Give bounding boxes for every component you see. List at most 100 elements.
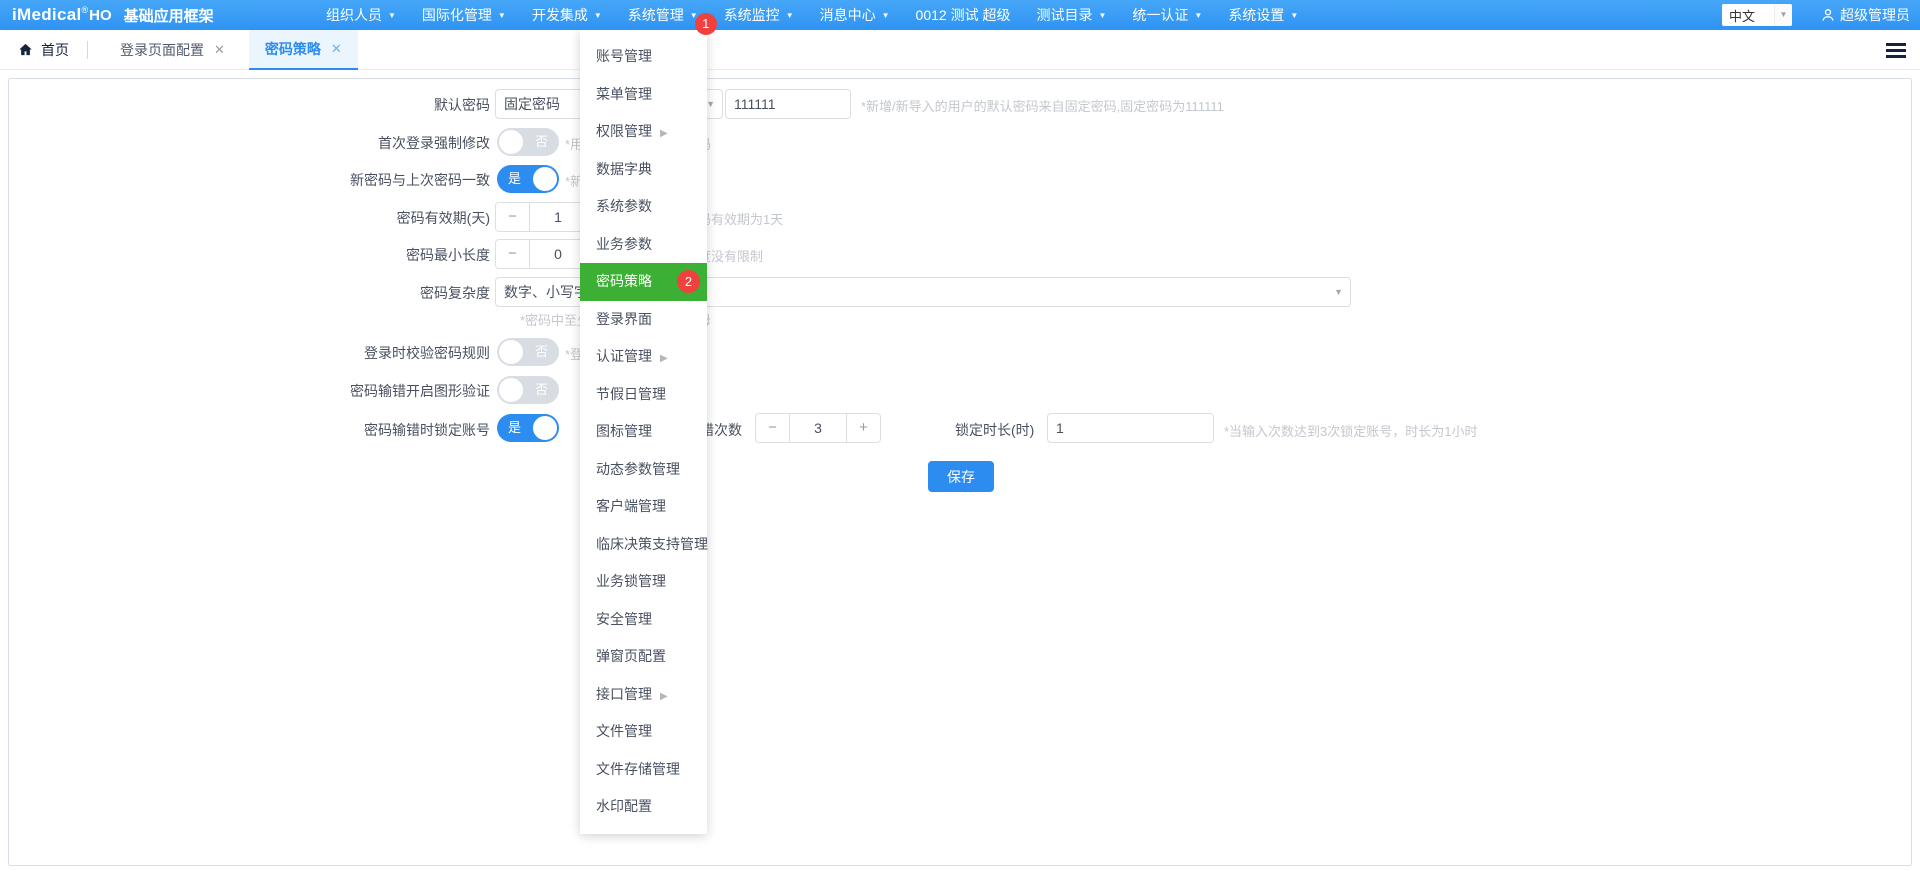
toggle-knob <box>533 416 557 440</box>
lock-account-toggle[interactable]: 是 <box>497 414 559 442</box>
toggle-state: 是 <box>508 420 522 435</box>
menu-item-menu-management[interactable]: 菜单管理 <box>580 76 707 114</box>
stepper-value: 0 <box>554 246 562 262</box>
nav-system-management[interactable]: 系统管理 ▼ 1 <box>615 0 717 35</box>
caret-down-icon: ▼ <box>497 10 506 20</box>
caret-down-icon: ▼ <box>1774 4 1792 26</box>
menu-item-label: 账号管理 <box>596 48 652 64</box>
caret-down-icon: ▼ <box>706 99 715 109</box>
minus-icon[interactable]: − <box>496 203 530 231</box>
toggle-state: 否 <box>534 382 548 397</box>
menu-item-label: 安全管理 <box>596 610 652 627</box>
brand-suffix: HO <box>89 6 112 24</box>
caret-down-icon: ▼ <box>1098 10 1107 20</box>
menu-item-business-parameters[interactable]: 业务参数 <box>580 226 707 264</box>
menu-item-watermark-config[interactable]: 水印配置 <box>580 788 707 826</box>
menu-item-security-management[interactable]: 安全管理 <box>580 601 707 639</box>
menu-item-label: 文件管理 <box>596 723 652 739</box>
first-login-toggle[interactable]: 否 <box>497 128 559 156</box>
user-menu[interactable]: 超级管理员 <box>1821 0 1910 30</box>
submenu-arrow-icon: ▶ <box>660 128 668 139</box>
nav-label: 系统管理 <box>627 7 684 23</box>
caret-down-icon: ▼ <box>1194 10 1203 20</box>
menu-item-clinical-decision-support[interactable]: 临床决策支持管理 <box>580 526 708 564</box>
check-rule-label: 登录时校验密码规则 <box>364 345 490 361</box>
nav-system-settings[interactable]: 系统设置 ▼ <box>1215 0 1311 30</box>
caret-down-icon: ▼ <box>388 10 396 20</box>
nav-dev-integration[interactable]: 开发集成 ▼ <box>519 0 615 30</box>
menu-item-data-dictionary[interactable]: 数据字典 <box>580 151 707 189</box>
graphic-captcha-toggle[interactable]: 否 <box>497 376 559 404</box>
password-policy-form: 默认密码 固定密码 ▼ *新增/新导入的用户的默认密码来自固定密码,固定密码为1… <box>0 0 1920 876</box>
submenu-arrow-icon: ▶ <box>660 353 668 364</box>
menu-item-system-parameters[interactable]: 系统参数 <box>580 188 707 226</box>
menu-item-label: 接口管理 <box>596 685 652 702</box>
toggle-state: 是 <box>508 171 522 186</box>
toggle-state: 否 <box>534 344 548 359</box>
menu-item-label: 密码策略 <box>596 273 652 289</box>
first-login-label: 首次登录强制修改 <box>378 135 490 151</box>
retry-count-stepper[interactable]: − 3 + <box>755 413 881 443</box>
menu-item-auth-management[interactable]: 认证管理 ▶ <box>580 338 707 376</box>
minus-icon[interactable]: − <box>496 240 530 268</box>
nav-system-monitor[interactable]: 系统监控 ▼ <box>711 0 807 30</box>
menu-item-business-lock-management[interactable]: 业务锁管理 <box>580 563 707 601</box>
fixed-password-input[interactable] <box>725 89 851 119</box>
menu-item-label: 临床决策支持管理 <box>596 535 708 552</box>
hint-fragment: 码有效期为1天 <box>698 212 784 227</box>
user-name: 超级管理员 <box>1840 7 1910 23</box>
menu-item-popup-page-config[interactable]: 弹窗页配置 <box>580 638 707 676</box>
top-navbar: iMedical ® HO 基础应用框架 组织人员 ▼ 国际化管理 ▼ 开发集成 ▼… <box>0 0 1920 35</box>
toggle-knob <box>533 167 557 191</box>
menu-item-holiday-management[interactable]: 节假日管理 <box>580 376 707 414</box>
prev-same-toggle[interactable]: 是 <box>497 165 559 193</box>
app-logo: iMedical ® HO 基础应用框架 <box>12 0 214 30</box>
menu-item-client-management[interactable]: 客户端管理 <box>580 488 707 526</box>
lock-duration-label: 锁定时长(时) <box>955 422 1035 438</box>
prev-same-label: 新密码与上次密码一致 <box>350 172 490 188</box>
menu-item-label: 业务锁管理 <box>596 573 666 589</box>
nav-label: 开发集成 <box>531 7 588 23</box>
complexity-label: 密码复杂度 <box>420 285 490 301</box>
menu-item-label: 节假日管理 <box>596 385 666 402</box>
menu-item-label: 认证管理 <box>596 348 652 364</box>
nav-i18n-management[interactable]: 国际化管理 ▼ <box>409 0 519 30</box>
nav-label: 国际化管理 <box>421 7 492 23</box>
menu-item-label: 菜单管理 <box>596 85 652 102</box>
nav-org-personnel[interactable]: 组织人员 ▼ <box>313 0 409 30</box>
menu-item-account-management[interactable]: 账号管理 <box>580 38 707 76</box>
notification-badge: 1 <box>694 13 717 35</box>
graphic-captcha-label: 密码输错开启图形验证 <box>350 383 490 399</box>
nav-label: 测试目录 <box>1036 7 1093 23</box>
menu-item-label: 水印配置 <box>596 798 652 814</box>
menu-item-login-page[interactable]: 登录界面 <box>580 301 707 339</box>
nav-label: 消息中心 <box>819 7 876 23</box>
minus-icon[interactable]: − <box>756 414 790 442</box>
default-password-label: 默认密码 <box>434 97 490 113</box>
nav-unified-auth[interactable]: 统一认证 ▼ <box>1119 0 1215 30</box>
language-select[interactable]: 中文 ▼ <box>1722 4 1792 26</box>
plus-icon[interactable]: + <box>846 414 880 442</box>
nav-label: 系统监控 <box>723 7 780 23</box>
menu-item-dynamic-parameter-management[interactable]: 动态参数管理 <box>580 451 707 489</box>
lock-duration-input[interactable] <box>1047 413 1214 443</box>
nav-test-directory[interactable]: 测试目录 ▼ <box>1023 0 1119 30</box>
lock-account-hint: *当输入次数达到3次锁定账号，时长为1小时 <box>1224 424 1478 439</box>
app-title: 基础应用框架 <box>123 7 214 25</box>
menu-item-password-policy[interactable]: 密码策略 2 <box>580 263 707 301</box>
check-rule-toggle[interactable]: 否 <box>497 338 559 366</box>
nav-label: 系统设置 <box>1228 7 1285 23</box>
nav-0012-test-super[interactable]: 0012 测试 超级 <box>903 0 1024 30</box>
menu-item-icon-management[interactable]: 图标管理 <box>580 413 707 451</box>
menu-item-file-management[interactable]: 文件管理 <box>580 713 707 751</box>
menu-item-label: 数据字典 <box>596 160 652 177</box>
stepper-value: 3 <box>814 420 822 436</box>
lock-account-label: 密码输错时锁定账号 <box>364 422 490 438</box>
nav-message-center[interactable]: 消息中心 ▼ <box>807 0 903 30</box>
menu-item-file-storage-management[interactable]: 文件存储管理 <box>580 751 707 789</box>
menu-item-label: 弹窗页配置 <box>596 648 666 664</box>
menu-item-permission-management[interactable]: 权限管理 ▶ <box>580 113 707 151</box>
save-button[interactable]: 保存 <box>928 461 994 492</box>
user-icon <box>1822 9 1834 21</box>
menu-item-interface-management[interactable]: 接口管理 ▶ <box>580 676 707 714</box>
